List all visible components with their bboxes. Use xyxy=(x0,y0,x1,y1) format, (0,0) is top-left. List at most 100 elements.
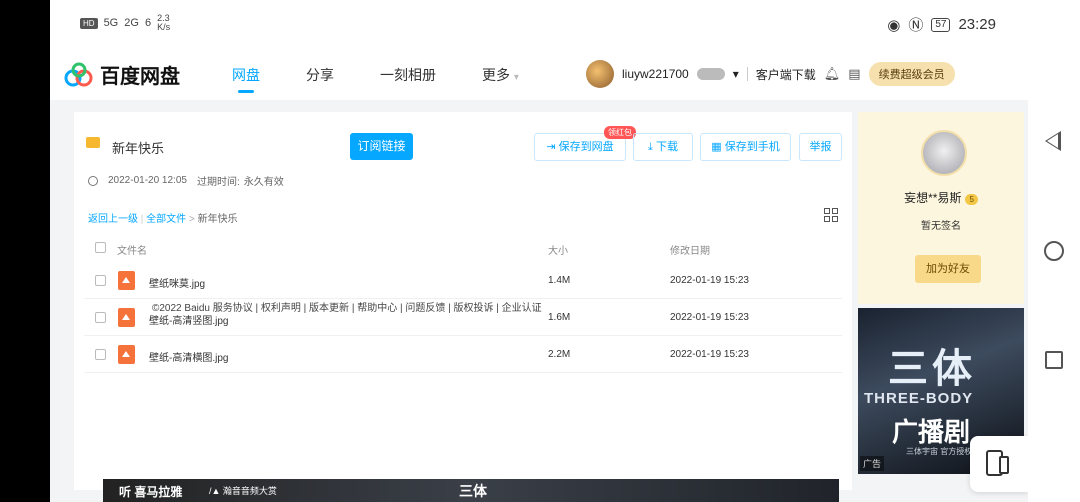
breadcrumb-separator: > xyxy=(188,214,195,225)
sharer-name: 妄想**易斯 5 xyxy=(858,189,1024,206)
row-checkbox[interactable] xyxy=(95,349,106,360)
created-time: 2022-01-20 12:05 xyxy=(108,175,187,186)
save-icon: ⇥ xyxy=(546,141,556,153)
share-meta: 2022-01-20 12:05 过期时间: 永久有效 xyxy=(88,173,284,188)
file-date: 2022-01-19 15:23 xyxy=(670,275,749,286)
ad-small-text: 三体宇宙 官方授权 xyxy=(906,447,973,456)
breadcrumb-all-files[interactable]: 全部文件 xyxy=(146,214,186,225)
save-to-phone-button[interactable]: ▦ 保存到手机 xyxy=(700,133,791,161)
status-left: HD 5G 2G 6 2.3 K/s xyxy=(80,14,170,32)
save-to-disk-label: 保存到网盘 xyxy=(558,141,614,153)
app-screen: HD 5G 2G 6 2.3 K/s ◉ Ⓝ 57 23:29 百度网盘 网盘 … xyxy=(50,0,1028,502)
switch-device-button[interactable] xyxy=(970,436,1028,492)
table-row[interactable]: 壁纸咪莫.jpg 1.4M 2022-01-19 15:23 xyxy=(84,262,842,299)
expire-value: 永久有效 xyxy=(243,177,284,188)
row-checkbox[interactable] xyxy=(95,312,106,323)
download-button[interactable]: ⤓ 下载 xyxy=(633,133,693,161)
folder-title: 新年快乐 xyxy=(112,141,165,156)
col-size[interactable]: 大小 xyxy=(548,242,568,257)
image-file-icon xyxy=(118,271,135,290)
system-nav-bar xyxy=(1028,0,1080,502)
folder-icon xyxy=(86,137,100,148)
ximalaya-logo: 听 喜马拉雅 xyxy=(119,485,183,499)
expire-label: 过期时间: xyxy=(196,177,240,188)
bottom-ad-title: 三体 xyxy=(459,483,487,499)
image-file-icon xyxy=(118,308,135,327)
file-size: 1.6M xyxy=(548,312,571,323)
logo-text: 百度网盘 xyxy=(100,66,180,88)
col-date[interactable]: 修改日期 xyxy=(670,242,710,257)
clock-icon xyxy=(88,175,98,186)
nav-more-label: 更多 xyxy=(482,67,510,83)
table-row[interactable]: 壁纸-高清横图.jpg 2.2M 2022-01-19 15:23 xyxy=(84,336,842,373)
baidu-cloud-logo-icon xyxy=(64,62,93,86)
avatar[interactable] xyxy=(586,60,614,88)
clipboard-icon[interactable]: ▤ xyxy=(848,66,860,82)
subscribe-button[interactable]: 订阅链接 xyxy=(350,133,413,160)
nav-item-disk[interactable]: 网盘 xyxy=(232,65,260,93)
ad-subtitle: THREE-BODY xyxy=(864,390,974,407)
file-name[interactable]: 壁纸-高清竖图.jpg xyxy=(149,312,228,327)
nav-item-album[interactable]: 一刻相册 xyxy=(380,65,436,85)
red-packet-badge[interactable]: 领红包 xyxy=(604,126,636,139)
wifi-icon: 6 xyxy=(144,17,152,29)
status-right: ◉ Ⓝ 57 23:29 xyxy=(887,14,996,35)
battery-icon: 57 xyxy=(931,17,951,32)
sharer-avatar[interactable] xyxy=(921,130,967,176)
add-friend-button[interactable]: 加为好友 xyxy=(915,255,981,283)
chevron-down-icon: ▾ xyxy=(513,72,519,83)
ad-subtitle2: 广播剧 xyxy=(892,417,971,447)
phone-icon: ▦ xyxy=(711,141,722,153)
footer-links[interactable]: ©2022 Baidu 服务协议 | 权利声明 | 版本更新 | 帮助中心 | … xyxy=(152,299,542,314)
image-file-icon xyxy=(118,345,135,364)
file-date: 2022-01-19 15:23 xyxy=(670,312,749,323)
divider xyxy=(746,67,748,81)
main-nav: 网盘 分享 一刻相册 更多 ▾ xyxy=(232,65,519,93)
bell-icon[interactable]: 🔔︎ xyxy=(824,66,841,82)
grid-view-icon[interactable] xyxy=(824,208,838,222)
eye-icon: ◉ xyxy=(887,16,901,34)
app-header: 百度网盘 网盘 分享 一刻相册 更多 ▾ liuyw221700 ▾ 客户端下载… xyxy=(50,48,1028,100)
file-name[interactable]: 壁纸-高清横图.jpg xyxy=(149,349,228,364)
report-button[interactable]: 举报 xyxy=(799,133,842,161)
recent-apps-icon[interactable] xyxy=(1045,351,1063,369)
level-badge: 5 xyxy=(965,194,978,205)
home-icon[interactable] xyxy=(1044,241,1064,261)
download-icon: ⤓ xyxy=(648,141,653,153)
breadcrumb-current: 新年快乐 xyxy=(197,214,238,225)
sharer-signature: 暂无签名 xyxy=(921,221,961,232)
tablet-icon xyxy=(999,456,1009,474)
ad-tag: 广告 xyxy=(860,456,885,471)
ad-title: 三体 xyxy=(888,347,976,391)
hd-icon: HD xyxy=(80,17,98,29)
file-size: 2.2M xyxy=(548,349,571,360)
signal-icon-5g: 5G xyxy=(103,17,119,29)
breadcrumb-back[interactable]: 返回上一级 xyxy=(88,214,138,225)
row-checkbox[interactable] xyxy=(95,275,106,286)
breadcrumb: 返回上一级 | 全部文件 > 新年快乐 xyxy=(88,214,238,225)
net-speed: 2.3 K/s xyxy=(157,13,171,32)
chevron-down-icon[interactable]: ▾ xyxy=(733,67,739,81)
sharer-panel: 妄想**易斯 5 暂无签名 加为好友 xyxy=(858,112,1024,304)
col-name[interactable]: 文件名 xyxy=(117,242,147,257)
partner-logo: /▲ 瀚音音频大赏 xyxy=(209,486,277,496)
table-header: 文件名 大小 修改日期 xyxy=(84,235,842,259)
sharer-name-text: 妄想**易斯 xyxy=(904,191,962,205)
client-download-link[interactable]: 客户端下载 xyxy=(756,66,816,83)
username[interactable]: liuyw221700 xyxy=(622,67,689,81)
file-name[interactable]: 壁纸咪莫.jpg xyxy=(149,275,205,290)
nfc-icon: Ⓝ xyxy=(908,17,924,34)
logo[interactable]: 百度网盘 xyxy=(64,60,180,89)
bottom-ad-banner[interactable]: 听 喜马拉雅 /▲ 瀚音音频大赏 三体 xyxy=(103,479,839,502)
download-label: 下载 xyxy=(655,141,678,153)
nav-item-more[interactable]: 更多 ▾ xyxy=(482,65,519,85)
file-size: 1.4M xyxy=(548,275,571,286)
save-to-phone-label: 保存到手机 xyxy=(724,141,780,153)
renew-vip-button[interactable]: 续费超级会员 xyxy=(868,62,955,86)
nav-item-share[interactable]: 分享 xyxy=(306,65,334,85)
signal-icon-2g: 2G xyxy=(124,17,139,29)
vip-badge-icon xyxy=(696,68,725,80)
clock-time: 23:29 xyxy=(958,16,996,33)
select-all-checkbox[interactable] xyxy=(95,242,106,253)
back-icon[interactable] xyxy=(1045,131,1061,151)
